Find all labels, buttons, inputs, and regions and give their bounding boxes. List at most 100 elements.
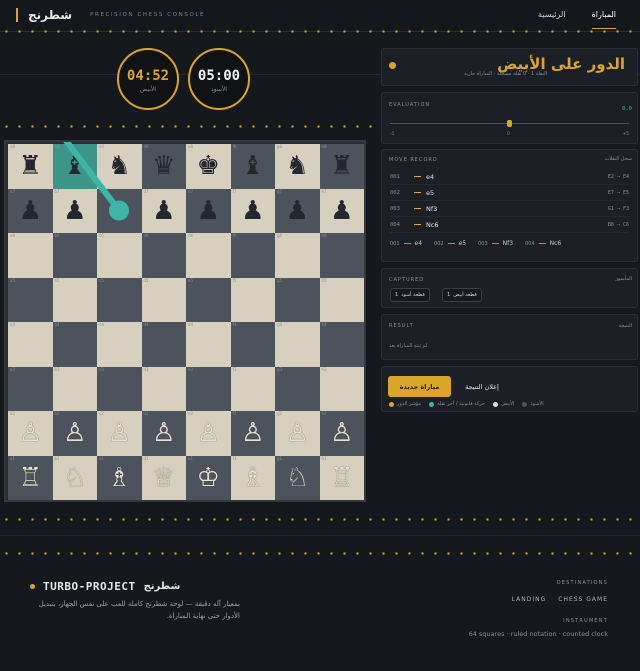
square-c7[interactable]: c7 <box>97 188 142 233</box>
nav-match[interactable]: المباراة <box>591 10 617 29</box>
black-piece[interactable]: ♟ <box>197 198 220 224</box>
square-h2[interactable]: h2 ♙ <box>319 411 364 456</box>
white-piece[interactable]: ♘ <box>63 465 86 491</box>
square-f2[interactable]: f2 ♙ <box>230 411 275 456</box>
square-c1[interactable]: c1 ♗ <box>97 455 142 500</box>
square-d8[interactable]: d8 ♛ <box>141 144 186 189</box>
square-f7[interactable]: f7 ♟ <box>230 188 275 233</box>
square-c2[interactable]: c2 ♙ <box>97 411 142 456</box>
square-e7[interactable]: e7 ♟ <box>186 188 231 233</box>
square-f3[interactable]: f3 <box>230 366 275 411</box>
white-piece[interactable]: ♙ <box>286 420 309 446</box>
square-g6[interactable]: g6 <box>275 233 320 278</box>
square-a3[interactable]: a3 <box>8 366 53 411</box>
move-row[interactable]: 001 e4 E2 → E4 <box>390 169 629 185</box>
square-e2[interactable]: e2 ♙ <box>186 411 231 456</box>
white-piece[interactable]: ♘ <box>286 465 309 491</box>
black-piece[interactable]: ♝ <box>241 153 264 179</box>
square-f5[interactable]: f5 <box>230 277 275 322</box>
square-g2[interactable]: g2 ♙ <box>275 411 320 456</box>
move-row[interactable]: 003 Nf3 G1 → F3 <box>390 201 629 217</box>
square-f1[interactable]: f1 ♗ <box>230 455 275 500</box>
white-piece[interactable]: ♙ <box>108 420 131 446</box>
black-piece[interactable]: ♝ <box>63 153 86 179</box>
black-piece[interactable]: ♞ <box>286 153 309 179</box>
square-b6[interactable]: b6 <box>52 233 97 278</box>
square-g8[interactable]: g8 ♞ <box>275 144 320 189</box>
white-piece[interactable]: ♙ <box>330 420 353 446</box>
square-a6[interactable]: a6 <box>8 233 53 278</box>
square-b2[interactable]: b2 ♙ <box>52 411 97 456</box>
square-d1[interactable]: d1 ♕ <box>141 455 186 500</box>
square-d5[interactable]: d5 <box>141 277 186 322</box>
square-h1[interactable]: h1 ♖ <box>319 455 364 500</box>
square-b1[interactable]: b1 ♘ <box>52 455 97 500</box>
square-f4[interactable]: f4 <box>230 322 275 367</box>
strip-item[interactable]: 004 Nc6 <box>525 240 561 247</box>
footer-link-landing[interactable]: LANDING <box>512 596 547 603</box>
white-piece[interactable]: ♕ <box>152 465 175 491</box>
square-e3[interactable]: e3 <box>186 366 231 411</box>
square-c6[interactable]: c6 <box>97 233 142 278</box>
black-piece[interactable]: ♜ <box>19 153 42 179</box>
square-g3[interactable]: g3 <box>275 366 320 411</box>
square-a1[interactable]: a1 ♖ <box>8 455 53 500</box>
white-piece[interactable]: ♔ <box>197 465 220 491</box>
square-b4[interactable]: b4 <box>52 322 97 367</box>
black-piece[interactable]: ♛ <box>152 153 175 179</box>
strip-item[interactable]: 001 e4 <box>390 240 422 247</box>
white-piece[interactable]: ♙ <box>63 420 86 446</box>
black-piece[interactable]: ♟ <box>286 198 309 224</box>
white-piece[interactable]: ♗ <box>241 465 264 491</box>
square-b8[interactable]: b8 ♝ <box>52 144 97 189</box>
square-a2[interactable]: a2 ♙ <box>8 411 53 456</box>
square-f8[interactable]: f8 ♝ <box>230 144 275 189</box>
black-piece[interactable]: ♜ <box>330 153 353 179</box>
square-h6[interactable]: h6 <box>319 233 364 278</box>
square-e1[interactable]: e1 ♔ <box>186 455 231 500</box>
square-a7[interactable]: a7 ♟ <box>8 188 53 233</box>
square-a5[interactable]: a5 <box>8 277 53 322</box>
square-d7[interactable]: d7 ♟ <box>141 188 186 233</box>
white-piece[interactable]: ♖ <box>19 465 42 491</box>
move-row[interactable]: 004 Nc6 B8 → C6 <box>390 217 629 233</box>
black-piece[interactable]: ♞ <box>108 153 131 179</box>
black-piece[interactable]: ♟ <box>152 198 175 224</box>
square-h4[interactable]: h4 <box>319 322 364 367</box>
square-d2[interactable]: d2 ♙ <box>141 411 186 456</box>
strip-item[interactable]: 003 Nf3 <box>478 240 513 247</box>
white-piece[interactable]: ♙ <box>197 420 220 446</box>
white-piece[interactable]: ♗ <box>108 465 131 491</box>
square-h7[interactable]: h7 ♟ <box>319 188 364 233</box>
square-b3[interactable]: b3 <box>52 366 97 411</box>
square-f6[interactable]: f6 <box>230 233 275 278</box>
square-h8[interactable]: h8 ♜ <box>319 144 364 189</box>
square-e5[interactable]: e5 <box>186 277 231 322</box>
square-b5[interactable]: b5 <box>52 277 97 322</box>
square-a4[interactable]: a4 <box>8 322 53 367</box>
square-h5[interactable]: h5 <box>319 277 364 322</box>
black-piece[interactable]: ♚ <box>197 153 220 179</box>
black-piece[interactable]: ♟ <box>63 198 86 224</box>
nav-home[interactable]: الرئيسية <box>538 10 566 29</box>
square-c5[interactable]: c5 <box>97 277 142 322</box>
square-d4[interactable]: d4 <box>141 322 186 367</box>
black-piece[interactable]: ♟ <box>19 198 42 224</box>
black-piece[interactable]: ♟ <box>241 198 264 224</box>
declare-result-button[interactable]: إعلان النتيجة <box>457 376 507 397</box>
square-g4[interactable]: g4 <box>275 322 320 367</box>
square-d6[interactable]: d6 <box>141 233 186 278</box>
move-row[interactable]: 002 e5 E7 → E5 <box>390 185 629 201</box>
strip-item[interactable]: 002 e5 <box>434 240 466 247</box>
square-g7[interactable]: g7 ♟ <box>275 188 320 233</box>
square-e4[interactable]: e4 <box>186 322 231 367</box>
brand[interactable]: شطرنج PRECISION CHESS CONSOLE <box>16 8 205 22</box>
white-piece[interactable]: ♙ <box>19 420 42 446</box>
white-piece[interactable]: ♙ <box>152 420 175 446</box>
square-e8[interactable]: e8 ♚ <box>186 144 231 189</box>
square-b7[interactable]: b7 ♟ <box>52 188 97 233</box>
square-c3[interactable]: c3 <box>97 366 142 411</box>
square-c4[interactable]: c4 <box>97 322 142 367</box>
footer-link-chess-game[interactable]: CHESS GAME <box>558 596 608 603</box>
white-piece[interactable]: ♖ <box>330 465 353 491</box>
